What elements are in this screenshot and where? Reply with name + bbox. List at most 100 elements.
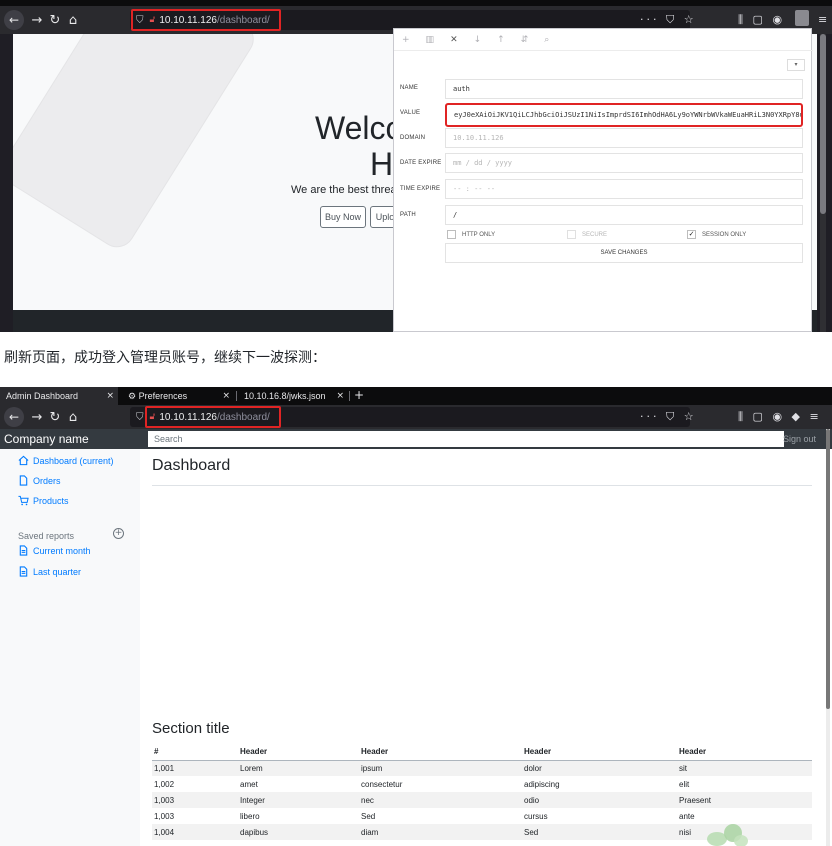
cookie-select-dropdown[interactable]: ▾ [787,59,805,71]
home-icon[interactable]: ⌂ [64,410,82,425]
sidebar-item-label: Last quarter [33,566,82,577]
checkbox-box[interactable] [567,230,576,239]
table-cell: 1,004 [152,824,238,840]
checkmark-icon[interactable]: ✓ [687,230,696,239]
tab-separator [236,391,237,401]
table-header: Header [522,744,677,761]
back-icon[interactable]: ← [4,10,24,30]
close-icon[interactable]: ✕ [450,35,458,45]
checkbox-box[interactable] [447,230,456,239]
tab-label: Preferences [138,391,188,401]
table-row: 1,003 Integer nec odio Praesent [152,792,812,808]
trash-icon[interactable]: ▥ [426,35,435,45]
watermark-plant-icon [707,824,748,846]
session-only-label: SESSION ONLY [702,231,747,238]
table-header: Header [238,744,359,761]
page-actions-icon[interactable]: ··· ⛉ ☆ [640,13,697,27]
table-cell: elit [679,779,690,789]
search-input[interactable]: Search [148,431,784,447]
new-tab-button[interactable]: + [354,387,364,405]
scrollbar[interactable] [820,34,826,332]
scrollbar-thumb[interactable] [820,34,826,214]
cookie-value-field[interactable]: eyJ0eXAiOiJKV1QiLCJhbGciOiJSUzI1NiIsImpr… [445,103,803,127]
plus-icon[interactable]: + [402,35,410,45]
search-icon[interactable]: ⌕ [544,35,549,45]
section-title: Section title [152,720,230,737]
sidebar-item-dashboard[interactable]: Dashboard (current) [18,455,114,466]
cookie-date-field[interactable]: mm / dd / yyyy [445,153,803,173]
tab-jwks-json[interactable]: 10.10.16.8/jwks.json × [238,387,348,405]
close-icon[interactable]: × [106,387,114,405]
sidebar: Dashboard (current) Orders Products Save… [0,449,140,846]
table-cell: amet [240,779,258,789]
table-cell: Integer [238,792,359,808]
cookie-time-field[interactable]: -- : -- -- [445,179,803,199]
back-icon[interactable]: ← [4,407,24,427]
phone-image [13,34,261,254]
table-cell: diam [359,824,522,840]
table-header: Header [359,744,522,761]
http-only-checkbox[interactable]: HTTP ONLY [447,230,495,239]
table-cell: cursus [524,811,548,821]
sidebar-item-products[interactable]: Products [18,495,69,506]
tab-label: 10.10.16.8/jwks.json [244,391,326,401]
table-cell: ante [679,811,695,821]
scrollbar-thumb[interactable] [826,429,830,709]
table-cell: dapibus [238,824,359,840]
table-row: 1,003 libero Sed cursus ante [152,808,812,824]
hero-subtitle: We are the best threat [291,184,400,196]
table-cell: dolor [522,760,677,776]
tab-label: Admin Dashboard [6,391,79,401]
table-header-row: # Header Header Header Header [152,744,812,761]
cookie-domain-field[interactable]: 10.10.11.126 [445,128,803,148]
time-expire-label: TIME EXPIRE [400,186,441,192]
session-only-checkbox[interactable]: ✓ SESSION ONLY [687,230,746,239]
toolbar-icons[interactable]: ⫼ ▢ ◉ [738,13,785,27]
menu-icon[interactable]: ≡ [818,13,830,26]
forward-icon[interactable]: → [28,13,46,28]
sidebar-item-label: Current month [33,545,91,556]
export-icon[interactable]: ↑ [497,35,505,45]
sidebar-item-orders[interactable]: Orders [18,475,61,486]
file-icon [19,475,28,486]
file-text-icon [19,566,28,577]
home-icon[interactable]: ⌂ [64,13,82,28]
hero-heading-line1: Welco [315,110,404,146]
table-cell: ipsum [359,760,522,776]
close-icon[interactable]: × [336,387,344,405]
brand-name[interactable]: Company name [4,429,89,449]
cookie-name-field[interactable]: auth [445,79,803,99]
cookie-editor-extension-icon[interactable] [795,10,809,26]
browser-screenshot-cookie-editor: ← → ↻ ⌂ ⛉ 🔓︎ 10.10.11.126/dashboard/ ···… [0,0,832,332]
saved-reports-heading: Saved reports [18,531,75,541]
scrollbar[interactable] [826,429,830,846]
table-cell: nec [359,792,522,808]
date-expire-label: DATE EXPIRE [400,160,442,166]
sidebar-item-last-quarter[interactable]: Last quarter [18,566,81,577]
forward-icon[interactable]: → [28,410,46,425]
close-icon[interactable]: × [222,387,230,405]
secure-label: SECURE [582,231,608,238]
reload-icon[interactable]: ↻ [46,410,64,425]
sidebar-item-current-month[interactable]: Current month [18,545,91,556]
filter-icon[interactable]: ⇵ [521,35,529,45]
tab-preferences[interactable]: ⚙ Preferences × [122,387,234,405]
sign-out-link[interactable]: Sign out [783,429,816,449]
sidebar-item-label: Dashboard (current) [33,455,114,466]
table-cell: 1,003 [154,811,175,821]
import-icon[interactable]: ↓ [474,35,482,45]
page-actions-icon[interactable]: ··· ⛉ ☆ [640,410,697,424]
buy-now-button[interactable]: Buy Now [320,206,366,228]
table-cell: consectetur [361,779,403,789]
toolbar-icons[interactable]: ⫼ ▢ ◉ ◆ ≡ [738,410,822,424]
add-report-icon[interactable]: + [113,528,124,539]
url-highlight-box [145,406,281,428]
table-header: # [152,744,238,761]
secure-checkbox[interactable]: SECURE [567,230,607,239]
save-changes-button[interactable]: SAVE CHANGES [445,243,803,263]
reload-icon[interactable]: ↻ [46,13,64,28]
cookie-path-field[interactable]: / [445,205,803,225]
table-cell: Sed [361,811,376,821]
table-header: Header [677,744,812,761]
tab-admin-dashboard[interactable]: Admin Dashboard × [0,387,118,405]
